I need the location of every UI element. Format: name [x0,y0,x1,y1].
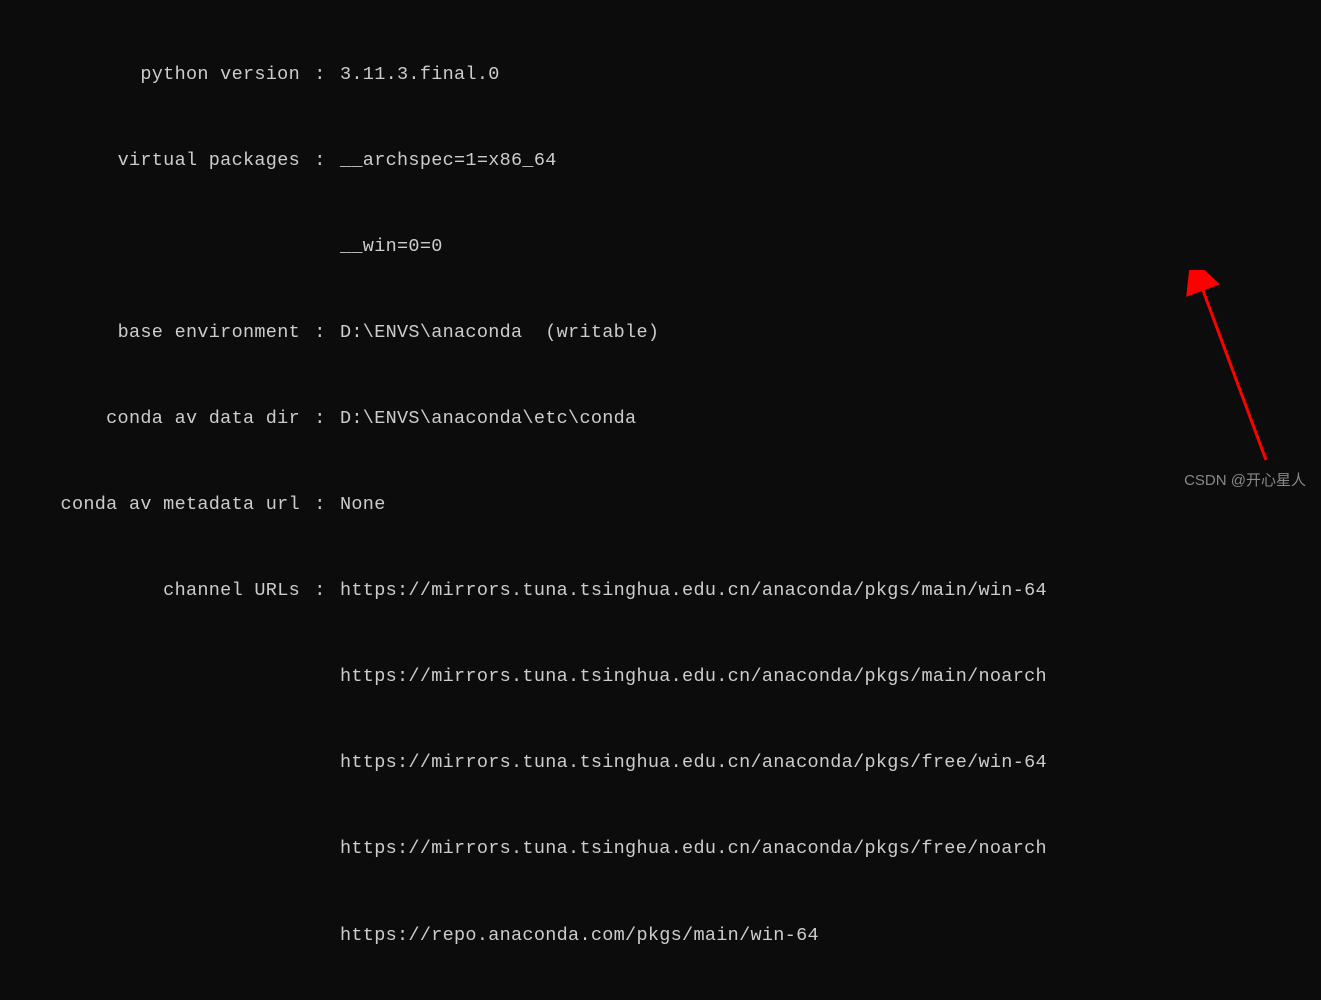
output-row: virtual packages : __archspec=1=x86_64 [0,147,1321,176]
row-value: https://mirrors.tuna.tsinghua.edu.cn/ana… [340,577,1321,606]
row-value: D:\ENVS\anaconda\etc\conda [340,405,1321,434]
row-value: 3.11.3.final.0 [340,61,1321,90]
terminal-output: python version : 3.11.3.final.0 virtual … [0,4,1321,1000]
row-separator: : [300,147,340,176]
output-row: https://mirrors.tuna.tsinghua.edu.cn/ana… [0,835,1321,864]
row-separator: : [300,577,340,606]
output-row: https://repo.anaconda.com/pkgs/main/win-… [0,922,1321,951]
row-value: __archspec=1=x86_64 [340,147,1321,176]
row-separator: : [300,405,340,434]
row-label: python version [0,61,300,90]
row-value: https://repo.anaconda.com/pkgs/main/win-… [0,922,819,951]
row-value: https://mirrors.tuna.tsinghua.edu.cn/ana… [0,663,1047,692]
output-row: conda av data dir : D:\ENVS\anaconda\etc… [0,405,1321,434]
output-row: python version : 3.11.3.final.0 [0,61,1321,90]
row-separator: : [300,61,340,90]
row-label: base environment [0,319,300,348]
row-separator: : [300,491,340,520]
output-row: conda av metadata url : None [0,491,1321,520]
output-row: __win=0=0 [0,233,1321,262]
row-label: virtual packages [0,147,300,176]
row-label: conda av metadata url [0,491,300,520]
row-value: https://mirrors.tuna.tsinghua.edu.cn/ana… [0,835,1047,864]
row-value: __win=0=0 [0,233,443,262]
row-value: D:\ENVS\anaconda (writable) [340,319,1321,348]
row-label: channel URLs [0,577,300,606]
row-separator: : [300,319,340,348]
output-row: channel URLs : https://mirrors.tuna.tsin… [0,577,1321,606]
output-row: https://mirrors.tuna.tsinghua.edu.cn/ana… [0,749,1321,778]
row-value: https://mirrors.tuna.tsinghua.edu.cn/ana… [0,749,1047,778]
output-row: https://mirrors.tuna.tsinghua.edu.cn/ana… [0,663,1321,692]
row-label: conda av data dir [0,405,300,434]
row-value: None [340,491,1321,520]
watermark-text: CSDN @开心星人 [1184,469,1306,492]
output-row: base environment : D:\ENVS\anaconda (wri… [0,319,1321,348]
